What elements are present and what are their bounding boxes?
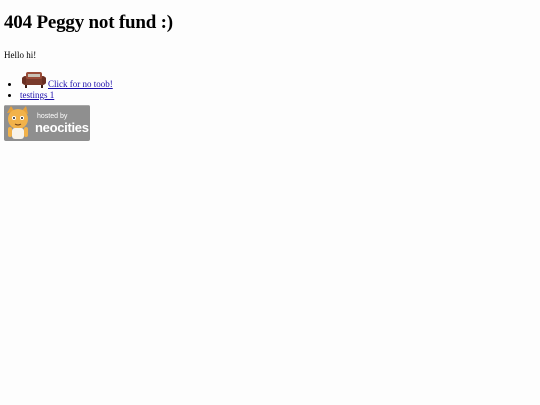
neocities-cat-icon: [7, 106, 28, 139]
badge-line1: hosted by: [37, 113, 68, 120]
list-item: Click for no toob!: [20, 72, 540, 90]
page-title: 404 Peggy not fund :): [4, 12, 173, 33]
page-content: 404 Peggy not fund :) Hello hi! Click fo…: [0, 0, 540, 141]
neocities-badge[interactable]: hosted by neocities: [4, 105, 90, 141]
badge-line2: neocities: [35, 120, 89, 135]
couch-icon[interactable]: [20, 72, 48, 90]
link-list: Click for no toob! testings 1: [4, 61, 540, 101]
list-item: testings 1: [20, 90, 540, 101]
testings-link[interactable]: testings 1: [20, 90, 54, 100]
greeting-text: Hello hi!: [4, 50, 37, 60]
no-toob-link[interactable]: Click for no toob!: [48, 79, 113, 89]
